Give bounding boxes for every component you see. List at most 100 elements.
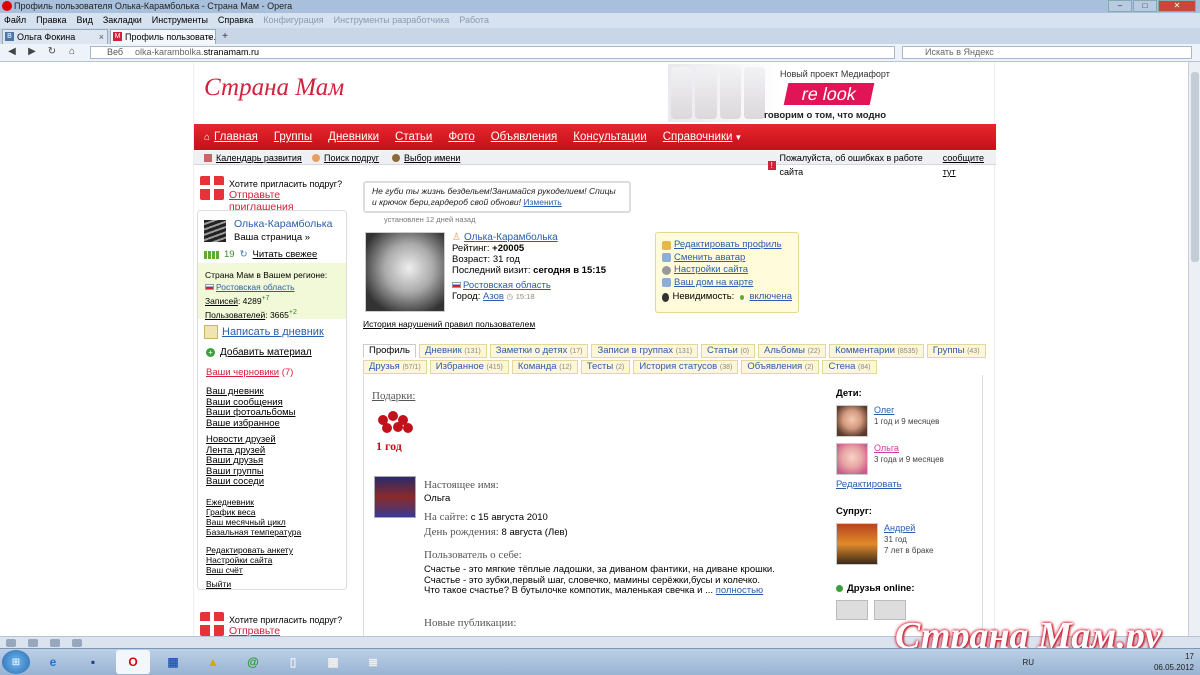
sub-item-find[interactable]: Поиск подруг xyxy=(312,151,379,165)
link-planner[interactable]: Ежедневник xyxy=(206,497,301,507)
spouse-name-link[interactable]: Андрей xyxy=(884,523,915,533)
write-blog-link[interactable]: Написать в дневник xyxy=(222,326,324,338)
profile-name-link[interactable]: Олька-Карамболька xyxy=(464,232,558,243)
kid-photo[interactable] xyxy=(836,405,868,437)
menu-link-groups[interactable]: Группы xyxy=(274,131,312,143)
menu-edit[interactable]: Правка xyxy=(36,13,66,28)
report-link[interactable]: сообщите тут xyxy=(943,151,996,179)
clock-time[interactable]: 17 xyxy=(1154,651,1194,662)
back-icon[interactable]: ◀ xyxy=(6,46,18,58)
users-link[interactable]: Пользователей xyxy=(205,310,265,320)
tab-articles[interactable]: Статьи (0) xyxy=(701,344,756,358)
speed-icon[interactable] xyxy=(72,639,82,647)
write-blog[interactable]: Написать в дневник xyxy=(204,325,324,339)
link-account[interactable]: Ваш счёт xyxy=(206,565,293,575)
vertical-scrollbar[interactable] xyxy=(1188,62,1200,650)
tab-albums[interactable]: Альбомы (22) xyxy=(758,344,827,358)
tab-status-history[interactable]: История статусов (38) xyxy=(633,360,739,374)
menu-devtools[interactable]: Инструменты разработчика xyxy=(334,13,450,28)
drafts-link[interactable]: Ваши черновики xyxy=(206,367,279,378)
ie-icon[interactable]: e xyxy=(36,650,70,674)
mail-agent-icon[interactable]: @ xyxy=(236,650,270,674)
language-indicator[interactable]: RU xyxy=(1022,657,1034,668)
change-avatar-link[interactable]: Сменить аватар xyxy=(674,252,745,265)
menu-config[interactable]: Конфигурация xyxy=(263,13,323,28)
menu-link-consult[interactable]: Консультации xyxy=(573,131,646,143)
edit-kids-link[interactable]: Редактировать xyxy=(836,479,976,490)
cloud-icon[interactable] xyxy=(28,639,38,647)
violations-history-link[interactable]: История нарушений правил пользователем xyxy=(363,319,535,329)
tab-diary[interactable]: Дневник (131) xyxy=(419,344,487,358)
read-fresh-link[interactable]: Читать свежее xyxy=(253,249,318,260)
site-logo[interactable]: Страна Мам xyxy=(204,74,344,102)
save-disk-icon[interactable]: ▪ xyxy=(76,650,110,674)
status-edit-link[interactable]: Изменить xyxy=(523,197,561,207)
read-more-link[interactable]: полностью xyxy=(716,585,763,596)
link-my-albums[interactable]: Ваши фотоальбомы xyxy=(206,407,295,419)
start-button[interactable]: ⊞ xyxy=(2,650,30,674)
address-bar[interactable]: Веб olka-karambolka.stranamam.ru xyxy=(90,46,895,59)
city-link[interactable]: Азов xyxy=(483,291,504,302)
link-site-settings[interactable]: Настройки сайта xyxy=(206,555,293,565)
chevron-down-icon[interactable]: ▼ xyxy=(734,133,742,142)
tab-close-icon[interactable]: × xyxy=(99,30,104,44)
tab-comments[interactable]: Комментарии (8535) xyxy=(829,344,924,358)
search-input[interactable]: Искать в Яндекс xyxy=(902,46,1192,59)
clock-date[interactable]: 06.05.2012 xyxy=(1154,662,1194,673)
tab-favorites[interactable]: Избранное (415) xyxy=(429,360,509,374)
link-temperature[interactable]: Базальная температура xyxy=(206,527,301,537)
menu-work[interactable]: Работа xyxy=(459,13,489,28)
region-link[interactable]: Ростовская область xyxy=(216,282,295,292)
menu-file[interactable]: Файл xyxy=(4,13,26,28)
calculator-icon[interactable]: ▦ xyxy=(316,650,350,674)
spouse-photo[interactable] xyxy=(836,523,878,565)
link-cycle[interactable]: Ваш месячный цикл xyxy=(206,517,301,527)
tab-profile[interactable]: Профиль xyxy=(363,344,417,358)
tab-ads[interactable]: Объявления (2) xyxy=(741,360,820,374)
invisible-toggle[interactable]: включена xyxy=(749,291,792,304)
home-map-link[interactable]: Ваш дом на карте xyxy=(674,277,753,290)
menu-bookmarks[interactable]: Закладки xyxy=(103,13,142,28)
menu-link-ads[interactable]: Объявления xyxy=(491,131,558,143)
tab-friends[interactable]: Друзья (57/1) xyxy=(363,360,427,374)
panel-icon[interactable] xyxy=(6,639,16,647)
browser-tab[interactable]: В Ольга Фокина × xyxy=(2,29,108,44)
sub-link-find[interactable]: Поиск подруг xyxy=(324,151,379,165)
tab-team[interactable]: Команда (12) xyxy=(511,360,578,374)
link-my-diary[interactable]: Ваш дневник xyxy=(206,386,295,398)
kid-photo[interactable] xyxy=(836,443,868,475)
link-friends-news[interactable]: Новости друзей xyxy=(206,434,276,446)
kid-name-link[interactable]: Олег xyxy=(874,405,894,415)
link-my-friends[interactable]: Ваши друзья xyxy=(206,455,276,467)
forward-icon[interactable]: ▶ xyxy=(26,46,38,58)
menu-home[interactable]: ⌂ Главная xyxy=(204,131,258,143)
user-photo-thumbnail[interactable] xyxy=(374,476,416,518)
minimize-icon[interactable]: – xyxy=(1108,0,1132,12)
logout-link[interactable]: Выйти xyxy=(206,579,231,589)
menu-link-reference[interactable]: Справочники xyxy=(663,131,733,143)
site-settings-link[interactable]: Настройки сайта xyxy=(674,264,748,277)
tab-wall[interactable]: Стена (84) xyxy=(822,360,877,374)
menu-help[interactable]: Справка xyxy=(218,13,253,28)
user-name-link[interactable]: Олька-Карамболька xyxy=(234,218,332,230)
menu-link-diaries[interactable]: Дневники xyxy=(328,131,379,143)
kid-name-link[interactable]: Ольга xyxy=(874,443,899,453)
link-my-neighbors[interactable]: Ваши соседи xyxy=(206,476,276,488)
apps-icon[interactable]: ▦ xyxy=(156,650,190,674)
profile-region-link[interactable]: Ростовская область xyxy=(463,280,551,291)
share-icon[interactable] xyxy=(50,639,60,647)
sub-link-calendar[interactable]: Календарь развития xyxy=(216,151,302,165)
ad-banner[interactable]: Новый проект Медиафорт re look говорим о… xyxy=(668,64,994,122)
edit-profile-link[interactable]: Редактировать профиль xyxy=(674,239,782,252)
opera-taskbar-icon[interactable]: O xyxy=(116,650,150,674)
menu-link-photo[interactable]: Фото xyxy=(448,131,474,143)
menu-link-articles[interactable]: Статьи xyxy=(395,131,432,143)
new-tab-icon[interactable]: + xyxy=(218,31,232,44)
menu-link-home[interactable]: Главная xyxy=(214,131,258,143)
scrollbar-thumb[interactable] xyxy=(1191,72,1199,262)
profile-avatar[interactable] xyxy=(365,232,445,312)
reload-icon[interactable]: ↻ xyxy=(46,46,58,58)
my-page-link[interactable]: Ваша страница » xyxy=(234,232,310,243)
friend-thumb[interactable] xyxy=(836,600,868,620)
sub-item-names[interactable]: Выбор имени xyxy=(392,151,460,165)
